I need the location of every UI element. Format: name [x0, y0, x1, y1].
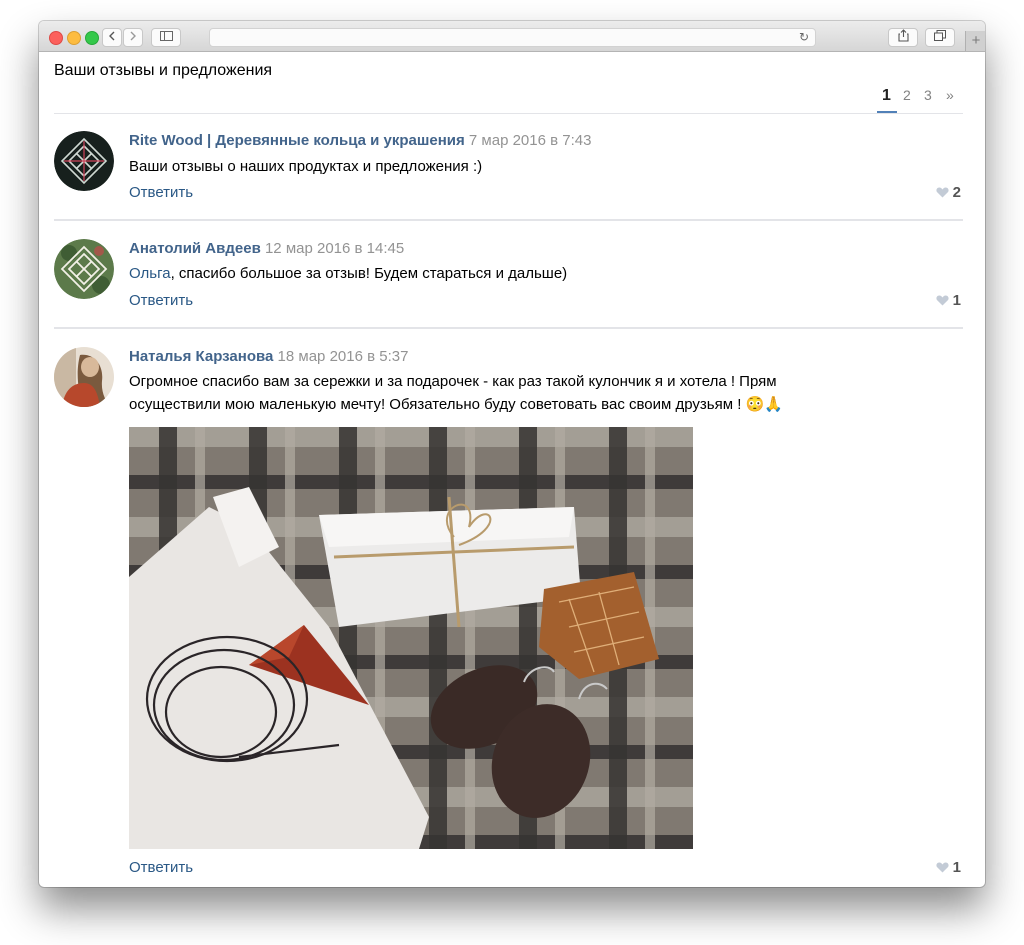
like-count: 2 — [952, 184, 961, 201]
header-divider — [54, 113, 963, 114]
heart-icon — [936, 187, 949, 198]
browser-window: ↻ + Ваши отзывы и предложения 1 2 3 » Ri… — [39, 21, 985, 887]
avatar[interactable] — [54, 131, 114, 191]
sidebar-icon — [159, 31, 173, 41]
comment-divider — [54, 219, 963, 221]
reply-button[interactable]: Ответить — [129, 292, 193, 309]
logo-on-green-icon — [54, 239, 114, 299]
avatar[interactable] — [54, 347, 114, 407]
comment-header: Анатолий Авдеев 12 мар 2016 в 14:45 — [129, 240, 404, 257]
comment-date[interactable]: 7 мар 2016 в 7:43 — [469, 132, 592, 149]
reply-button[interactable]: Ответить — [129, 859, 193, 876]
new-tab-button[interactable]: + — [965, 31, 985, 51]
attached-photo[interactable] — [129, 427, 693, 849]
chevron-left-icon — [109, 31, 115, 41]
plus-icon: + — [971, 32, 981, 49]
page-1-link[interactable]: 1 — [882, 87, 891, 105]
rite-wood-logo-icon — [54, 131, 114, 191]
reply-button[interactable]: Ответить — [129, 184, 193, 201]
comment-author[interactable]: Rite Wood | Деревянные кольца и украшени… — [129, 132, 465, 149]
comment-text: Огромное спасибо вам за сережки и за под… — [129, 370, 919, 416]
like-count: 1 — [952, 859, 961, 876]
jewelry-photo — [129, 427, 693, 849]
page-3-link[interactable]: 3 — [924, 87, 932, 103]
back-button[interactable] — [102, 28, 122, 47]
comment-author[interactable]: Анатолий Авдеев — [129, 240, 261, 257]
share-icon — [897, 29, 909, 42]
mention-link[interactable]: Ольга — [129, 265, 171, 282]
forward-button[interactable] — [123, 28, 143, 47]
browser-toolbar: ↻ + — [39, 21, 985, 52]
tabs-overview-button[interactable] — [925, 28, 955, 47]
tabs-icon — [934, 30, 946, 41]
comment-header: Наталья Карзанова 18 мар 2016 в 5:37 — [129, 348, 408, 365]
share-button[interactable] — [888, 28, 918, 47]
comment-author[interactable]: Наталья Карзанова — [129, 348, 273, 365]
comment-text: Ваши отзывы о наших продуктах и предложе… — [129, 158, 483, 175]
comment-date[interactable]: 12 мар 2016 в 14:45 — [265, 240, 404, 257]
like-button[interactable]: 1 — [936, 859, 961, 876]
like-count: 1 — [952, 292, 961, 309]
address-bar[interactable]: ↻ — [209, 28, 816, 47]
comment-text: Ольга, спасибо большое за отзыв! Будем с… — [129, 262, 919, 285]
like-button[interactable]: 1 — [936, 292, 961, 309]
heart-icon — [936, 295, 949, 306]
like-button[interactable]: 2 — [936, 184, 961, 201]
comment-date[interactable]: 18 мар 2016 в 5:37 — [278, 348, 409, 365]
page-title: Ваши отзывы и предложения — [54, 62, 273, 79]
comment-text-line: Огромное спасибо вам за сережки и за под… — [129, 373, 777, 390]
sidebar-button[interactable] — [151, 28, 181, 47]
avatar[interactable] — [54, 239, 114, 299]
close-window-button[interactable] — [49, 31, 63, 45]
reload-icon[interactable]: ↻ — [799, 29, 809, 46]
comment-divider — [54, 327, 963, 329]
comment-text-line: осуществили мою маленькую мечту! Обязате… — [129, 396, 783, 413]
minimize-window-button[interactable] — [67, 31, 81, 45]
heart-icon — [936, 862, 949, 873]
user-photo-icon — [54, 347, 114, 407]
zoom-window-button[interactable] — [85, 31, 99, 45]
chevron-right-icon — [130, 31, 136, 41]
next-page-link[interactable]: » — [946, 87, 954, 103]
page-2-link[interactable]: 2 — [903, 87, 911, 103]
comment-text-body: , спасибо большое за отзыв! Будем старат… — [170, 265, 568, 282]
comment-header: Rite Wood | Деревянные кольца и украшени… — [129, 132, 591, 149]
